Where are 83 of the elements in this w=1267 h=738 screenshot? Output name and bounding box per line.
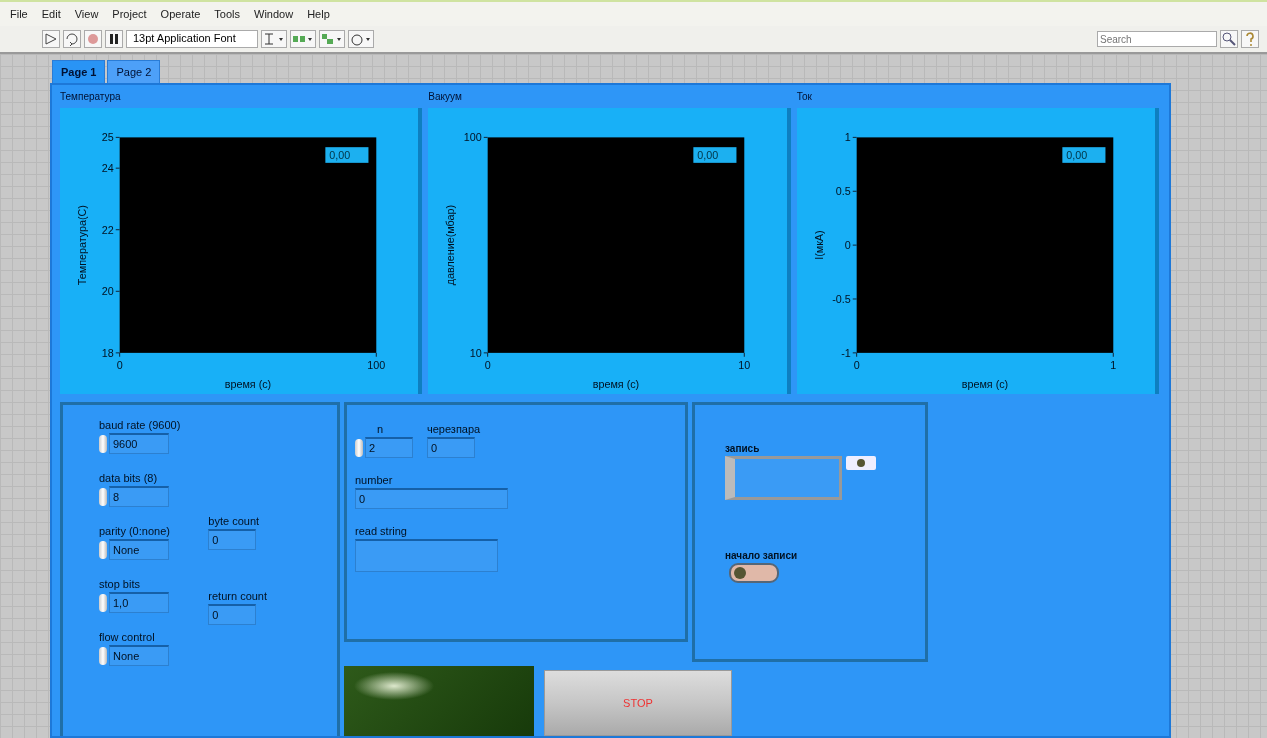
- tab[interactable]: Page 1: [52, 60, 106, 83]
- font-dropdown[interactable]: 13pt Application Font: [126, 30, 258, 48]
- control-label: n: [376, 423, 384, 435]
- increment-icon[interactable]: [99, 646, 107, 665]
- browse-folder-icon[interactable]: [846, 456, 876, 470]
- indicator-label: number: [355, 474, 393, 486]
- tick-label: 0.5: [835, 185, 851, 198]
- numeric-indicator: 0: [355, 488, 508, 509]
- dropdown-field[interactable]: 8: [109, 486, 169, 507]
- increment-icon[interactable]: [99, 593, 107, 612]
- tick-label: 0: [844, 239, 851, 252]
- tick-label: 1: [844, 131, 851, 144]
- control-label: flow control: [99, 631, 155, 643]
- distribute-icon[interactable]: [290, 30, 316, 48]
- align-icon[interactable]: [261, 30, 287, 48]
- plot-legend: 0,00: [1062, 147, 1106, 163]
- indicator-label: return count: [208, 590, 268, 602]
- axis-label: I(мкА): [813, 230, 826, 260]
- control-label: data bits (8): [99, 472, 158, 484]
- tick-label: 20: [101, 285, 114, 298]
- increment-icon[interactable]: [355, 438, 363, 457]
- tick-label: 100: [464, 131, 483, 144]
- control-label: запись: [725, 443, 760, 454]
- numeric-indicator: 0: [208, 529, 257, 550]
- numeric-field[interactable]: 2: [365, 437, 413, 458]
- run-arrow-icon[interactable]: [42, 30, 60, 48]
- menu-item[interactable]: Window: [254, 8, 294, 26]
- run-continuously-icon[interactable]: [63, 30, 81, 48]
- help-icon[interactable]: [1241, 30, 1259, 48]
- path-field[interactable]: [725, 456, 842, 500]
- reorder-icon[interactable]: [348, 30, 374, 48]
- search-icon[interactable]: [1220, 30, 1238, 48]
- numeric-indicator: 0: [427, 437, 475, 458]
- toggle-switch[interactable]: [729, 563, 779, 583]
- tick-label: 0: [116, 358, 123, 371]
- chart-title: Температура: [60, 91, 121, 102]
- tab[interactable]: Page 2: [107, 60, 161, 83]
- numeric-indicator: 0: [208, 604, 257, 625]
- dropdown-field[interactable]: 9600: [109, 433, 169, 454]
- indicator-label: черезпара: [427, 423, 481, 435]
- control-label: начало записи: [725, 550, 798, 561]
- control-label: parity (0:none): [99, 525, 170, 537]
- axis-label: время (с): [961, 378, 1008, 391]
- chart-title: Вакуум: [428, 91, 462, 102]
- tick-label: 1: [1109, 358, 1116, 371]
- tick-label: 25: [101, 131, 114, 144]
- menu-item[interactable]: View: [74, 8, 99, 26]
- tick-label: 18: [101, 346, 114, 359]
- menu-item[interactable]: Project: [112, 8, 147, 26]
- tick-label: 24: [101, 162, 114, 175]
- axis-label: время (с): [224, 378, 272, 391]
- increment-icon[interactable]: [99, 434, 107, 453]
- menu-item[interactable]: Operate: [160, 8, 201, 26]
- dropdown-field[interactable]: 1,0: [109, 592, 169, 613]
- control-label: stop bits: [99, 578, 140, 590]
- chart-title: Ток: [796, 91, 812, 102]
- plot-legend: 0,00: [325, 147, 369, 163]
- tick-label: 10: [470, 346, 483, 359]
- plot-legend: 0,00: [693, 147, 737, 163]
- resize-icon[interactable]: [319, 30, 345, 48]
- tick-label: 22: [101, 223, 114, 236]
- tick-label: 0: [485, 358, 491, 371]
- tick-label: 100: [367, 358, 386, 371]
- search-field[interactable]: Search: [1097, 31, 1217, 47]
- axis-label: Температура(С): [76, 205, 89, 286]
- indicator-label: byte count: [208, 515, 260, 527]
- control-label: baud rate (9600): [99, 419, 181, 431]
- increment-icon[interactable]: [99, 540, 107, 559]
- tick-label: 10: [738, 358, 751, 371]
- axis-label: время (с): [593, 378, 640, 391]
- pause-icon[interactable]: [105, 30, 123, 48]
- axis-label: давление(мбар): [444, 204, 457, 286]
- menu-item[interactable]: File: [10, 8, 28, 26]
- increment-icon[interactable]: [99, 487, 107, 506]
- tick-label: 0: [853, 358, 860, 371]
- menu-item[interactable]: Edit: [41, 8, 61, 26]
- menu-item[interactable]: Help: [307, 8, 330, 26]
- tick-label: -0.5: [831, 292, 851, 305]
- dropdown-field[interactable]: None: [109, 645, 169, 666]
- menu-item[interactable]: Tools: [214, 8, 241, 26]
- indicator-label: read string: [355, 525, 407, 537]
- tick-label: -1: [840, 346, 851, 359]
- dropdown-field[interactable]: None: [109, 539, 169, 560]
